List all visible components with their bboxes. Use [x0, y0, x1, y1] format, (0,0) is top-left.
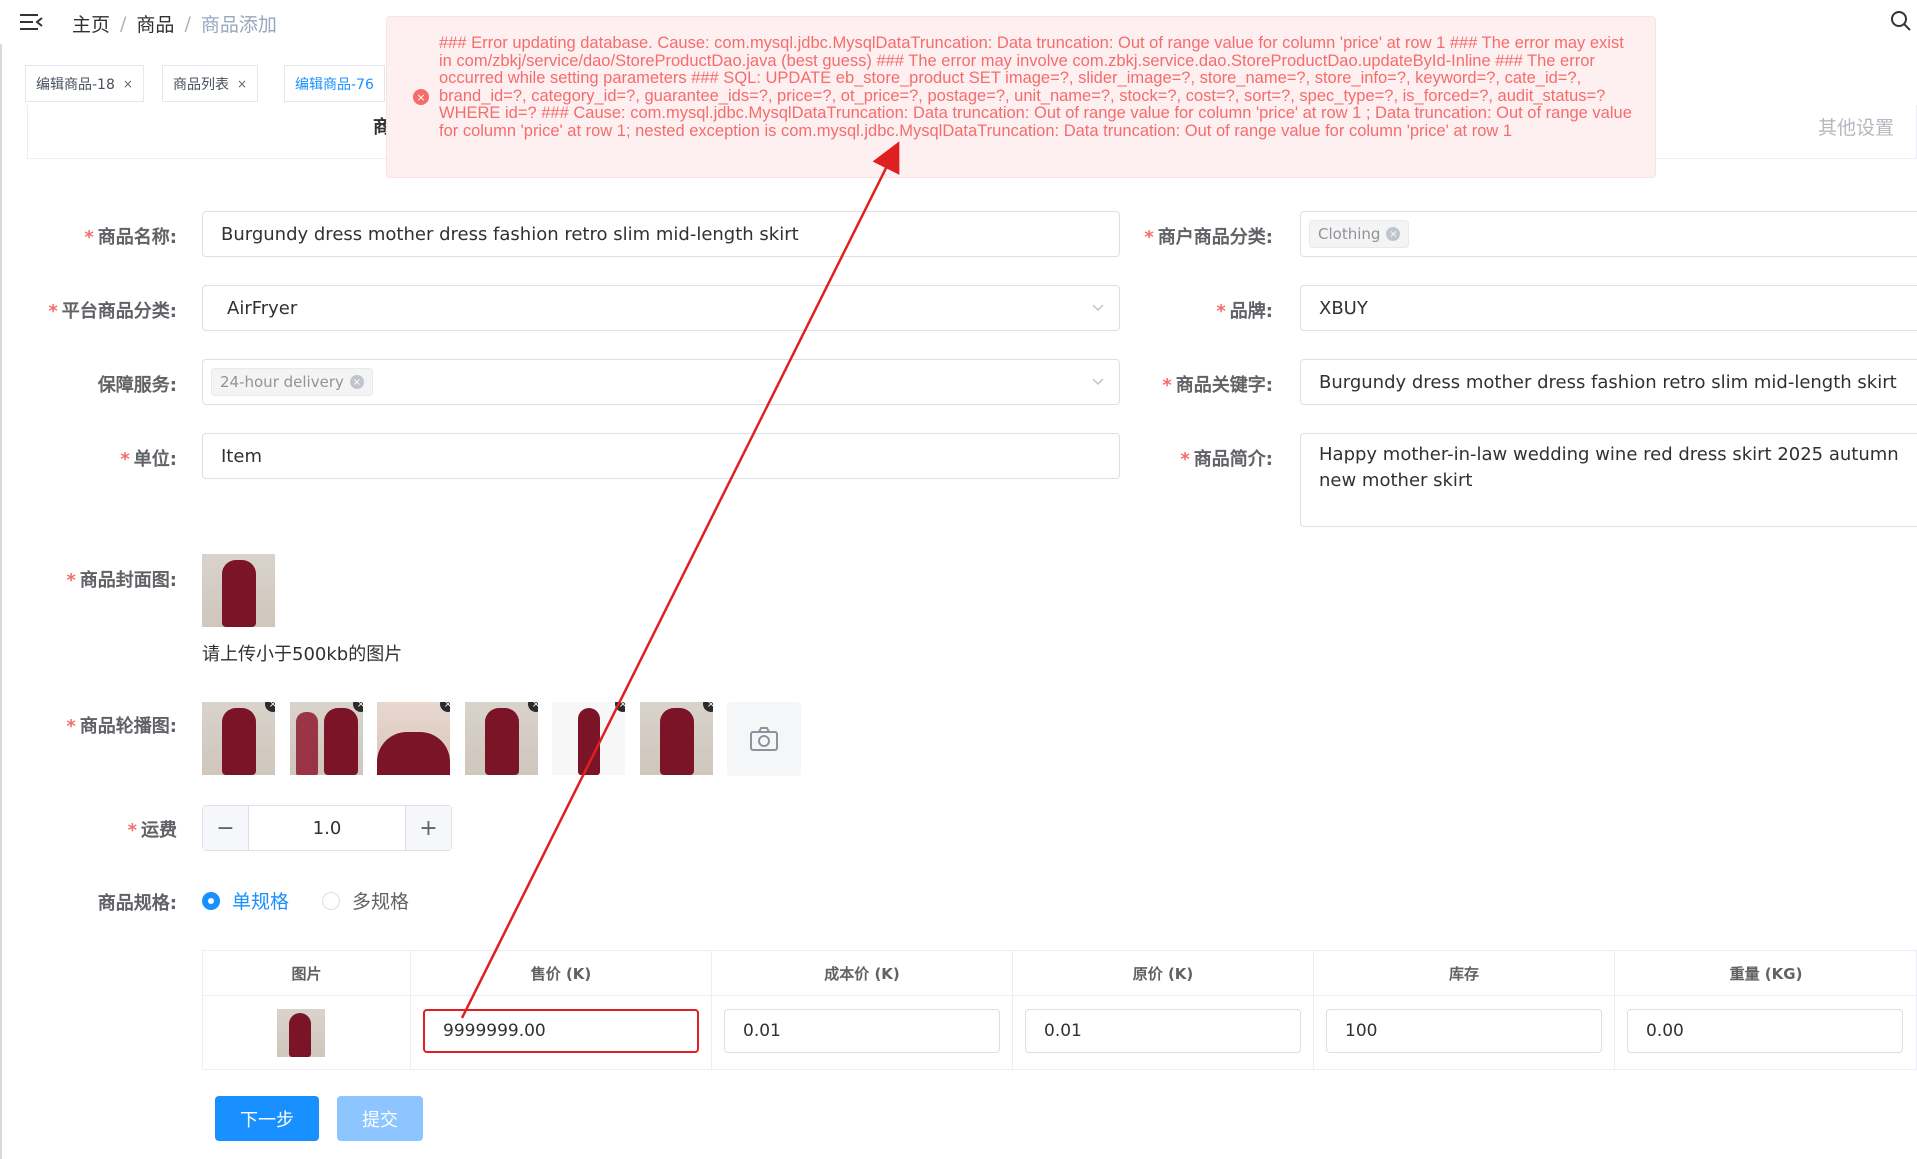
table-cell: 0.00 [1615, 996, 1917, 1070]
breadcrumb-current: 商品添加 [200, 14, 277, 36]
column-header: 库存 [1314, 951, 1615, 996]
chevron-down-icon [1092, 304, 1104, 312]
cover-label: * 商品封面图: [66, 570, 177, 591]
weight-input[interactable]: 0.00 [1627, 1009, 1903, 1053]
remove-image-icon[interactable]: × [265, 702, 275, 712]
remove-image-icon[interactable]: × [528, 702, 538, 712]
radio-label: 多规格 [352, 891, 410, 913]
column-header: 原价 (K) [1013, 951, 1314, 996]
breadcrumb-separator: / [120, 12, 127, 35]
breadcrumb: 主页 / 商品 / 商品添加 [72, 10, 277, 37]
column-header: 图片 [203, 951, 411, 996]
remove-image-icon[interactable]: × [440, 702, 450, 712]
tab-close-icon[interactable]: × [123, 77, 133, 91]
carousel-image[interactable]: × [552, 702, 625, 775]
error-message-toast: × ### Error updating database. Cause: co… [386, 16, 1656, 178]
error-message-text: ### Error updating database. Cause: com.… [439, 34, 1632, 140]
column-header: 成本价 (K) [712, 951, 1013, 996]
single-spec-radio[interactable]: 单规格 [202, 887, 289, 914]
table-cell: 0.01 [1013, 996, 1314, 1070]
table-cell: 0.01 [712, 996, 1013, 1070]
column-header: 售价 (K) [411, 951, 712, 996]
platform-category-value: AirFryer [227, 297, 298, 319]
price-input[interactable]: 9999999.00 [423, 1009, 699, 1053]
spec-image[interactable] [277, 1009, 325, 1057]
keywords-input[interactable]: Burgundy dress mother dress fashion retr… [1300, 359, 1917, 405]
breadcrumb-section[interactable]: 商品 [136, 10, 174, 37]
unit-input[interactable]: Item [202, 433, 1120, 479]
window-edge [0, 0, 2, 1159]
decrease-button[interactable]: − [203, 806, 248, 850]
breadcrumb-home[interactable]: 主页 [72, 10, 110, 37]
upload-image-button[interactable] [727, 702, 801, 776]
merchant-category-select[interactable]: Clothing × [1300, 211, 1917, 257]
tag-close-icon[interactable]: × [349, 375, 364, 389]
chevron-down-icon [1092, 378, 1104, 386]
carousel-label: * 商品轮播图: [66, 716, 177, 737]
original-price-input[interactable]: 0.01 [1025, 1009, 1301, 1053]
table-cell: 9999999.00 [411, 996, 712, 1070]
carousel-image[interactable]: × [465, 702, 538, 775]
guarantee-select[interactable]: 24-hour delivery × [202, 359, 1120, 405]
tab-label: 编辑商品-18 [36, 76, 115, 93]
tab-edit-product-18[interactable]: 编辑商品-18 × [25, 65, 144, 102]
tab-label: 编辑商品-76 [295, 76, 374, 93]
tab-edit-product-76[interactable]: 编辑商品-76 [284, 65, 385, 102]
remove-image-icon[interactable]: × [353, 702, 363, 712]
brand-select[interactable]: XBUY [1300, 285, 1917, 331]
keywords-label: * 商品关键字: [1162, 375, 1273, 396]
error-icon: × [413, 89, 429, 105]
platform-category-select[interactable]: AirFryer [202, 285, 1120, 331]
remove-image-icon[interactable]: × [615, 702, 625, 712]
product-name-input[interactable]: Burgundy dress mother dress fashion retr… [202, 211, 1120, 257]
table-cell: 100 [1314, 996, 1615, 1070]
cover-hint: 请上传小于500kb的图片 [202, 644, 403, 665]
carousel-image[interactable]: × [640, 702, 713, 775]
multi-spec-radio[interactable]: 多规格 [322, 887, 409, 914]
unit-label: * 单位: [120, 449, 177, 470]
search-icon[interactable] [1890, 10, 1912, 32]
cover-image[interactable] [202, 554, 275, 627]
increase-button[interactable]: + [406, 806, 451, 850]
intro-textarea[interactable]: Happy mother-in-law wedding wine red dre… [1300, 433, 1917, 527]
shipping-stepper[interactable]: − 1.0 + [202, 805, 452, 851]
radio-dot [202, 891, 220, 910]
breadcrumb-separator: / [184, 12, 191, 35]
column-header: 重量 (KG) [1615, 951, 1917, 996]
tab-other-settings[interactable]: 其他设置 [1818, 113, 1894, 140]
merchant-category-label: * 商户商品分类: [1144, 227, 1273, 248]
shipping-value[interactable]: 1.0 [248, 806, 406, 850]
carousel-image[interactable]: × [290, 702, 363, 775]
intro-label: * 商品简介: [1180, 449, 1273, 470]
submit-button[interactable]: 提交 [337, 1096, 423, 1141]
shipping-label: * 运费 [127, 820, 177, 841]
table-cell [203, 996, 411, 1070]
cost-input[interactable]: 0.01 [724, 1009, 1000, 1053]
radio-label: 单规格 [232, 891, 290, 913]
remove-image-icon[interactable]: × [703, 702, 713, 712]
category-tag: Clothing × [1309, 220, 1410, 248]
stock-input[interactable]: 100 [1326, 1009, 1602, 1053]
platform-category-label: * 平台商品分类: [48, 301, 177, 322]
tab-product-list[interactable]: 商品列表 × [162, 65, 259, 102]
menu-fold-icon[interactable] [20, 12, 44, 32]
tab-label: 商品列表 [173, 76, 229, 93]
spec-table: 图片 售价 (K) 成本价 (K) 原价 (K) 库存 重量 (KG) 9999… [202, 950, 1917, 1070]
spec-label: 商品规格: [97, 893, 177, 914]
tab-close-icon[interactable]: × [237, 77, 247, 91]
carousel-image[interactable]: × [202, 702, 275, 775]
carousel-image[interactable]: × [377, 702, 450, 775]
radio-dot [322, 891, 340, 910]
guarantee-label: 保障服务: [97, 375, 177, 396]
product-name-label: * 商品名称: [84, 227, 177, 248]
tag-close-icon[interactable]: × [1386, 227, 1401, 241]
camera-icon [750, 727, 778, 751]
brand-label: * 品牌: [1216, 301, 1273, 322]
guarantee-tag: 24-hour delivery × [211, 368, 373, 396]
next-step-button[interactable]: 下一步 [215, 1096, 319, 1141]
